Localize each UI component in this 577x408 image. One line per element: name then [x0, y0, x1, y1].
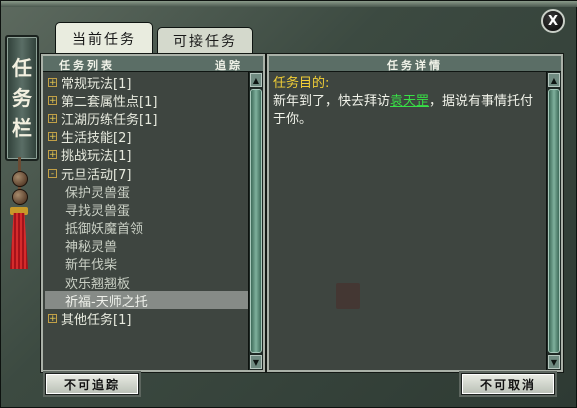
- tassel-bead-icon: [12, 189, 28, 205]
- track-button[interactable]: 不可追踪: [45, 373, 139, 395]
- quest-category[interactable]: + 江湖历练任务[1]: [45, 109, 247, 128]
- cancel-quest-button[interactable]: 不可取消: [461, 373, 555, 395]
- npc-link[interactable]: 袁天罡: [390, 94, 429, 109]
- scroll-down-arrow-icon[interactable]: ▼: [548, 355, 560, 369]
- expand-icon[interactable]: +: [48, 150, 57, 160]
- quest-list-title: 任务列表: [59, 59, 115, 72]
- expand-icon[interactable]: +: [48, 77, 57, 87]
- track-column-label: 追踪: [215, 59, 243, 72]
- quest-label: 第二套属性点[1]: [61, 94, 158, 110]
- seal-stamp-decoration: [336, 283, 360, 309]
- side-title-char: 任: [12, 56, 32, 80]
- expand-icon[interactable]: +: [48, 113, 57, 123]
- quest-log-side-title: 任 务 栏: [5, 35, 39, 161]
- side-title-char: 务: [12, 86, 32, 110]
- quest-list-panel: 任务列表 追踪 + 常规玩法[1] + 第二套属性点[1] + 江湖历练任务[1] + 生活技…: [40, 53, 266, 373]
- quest-detail-title: 任务详情: [387, 59, 443, 72]
- quest-window: 任 务 栏 X 当前任务 可接任务 任务列表 追踪 + 常规玩法[1] + 第二套属性…: [0, 0, 577, 408]
- quest-category[interactable]: + 生活技能[2]: [45, 128, 247, 146]
- quest-list-header: 任务列表 追踪: [43, 56, 263, 72]
- quest-label: 常规玩法[1]: [61, 76, 132, 92]
- quest-label: 江湖历练任务[1]: [61, 112, 158, 128]
- quest-label: 生活技能[2]: [61, 131, 132, 147]
- quest-list: + 常规玩法[1] + 第二套属性点[1] + 江湖历练任务[1] + 生活技能[2] + 挑战玩…: [45, 73, 249, 329]
- expand-icon[interactable]: +: [48, 132, 57, 142]
- quest-category[interactable]: + 常规玩法[1]: [45, 73, 247, 92]
- quest-item[interactable]: 欢乐翘翘板: [45, 273, 247, 292]
- quest-category[interactable]: + 挑战玩法[1]: [45, 146, 247, 164]
- quest-label: 欢乐翘翘板: [65, 276, 131, 292]
- scroll-thumb[interactable]: [548, 89, 560, 353]
- quest-label: 新年伐柴: [65, 258, 118, 274]
- quest-item[interactable]: 保护灵兽蛋: [45, 182, 247, 201]
- quest-item[interactable]: 寻找灵兽蛋: [45, 200, 247, 219]
- objective-label: 任务目的:: [273, 76, 330, 91]
- quest-label: 挑战玩法[1]: [61, 149, 132, 165]
- quest-detail-header: 任务详情: [269, 56, 561, 72]
- objective-text: 新年到了，快去拜访袁天罡，据说有事情托付于你。: [273, 93, 543, 129]
- quest-item[interactable]: 新年伐柴: [45, 255, 247, 273]
- close-button[interactable]: X: [541, 9, 565, 33]
- quest-category[interactable]: + 其他任务[1]: [45, 309, 247, 329]
- close-icon: X: [547, 13, 559, 29]
- quest-label: 其他任务[1]: [61, 313, 132, 329]
- quest-list-scrollbar[interactable]: ▲ ▼: [248, 72, 263, 370]
- quest-item[interactable]: 祈福-天师之托: [45, 291, 249, 310]
- side-title-char: 栏: [12, 116, 32, 140]
- quest-label: 保护灵兽蛋: [65, 185, 131, 201]
- scroll-up-arrow-icon[interactable]: ▲: [548, 73, 560, 87]
- quest-category[interactable]: - 元旦活动[7]: [45, 164, 247, 183]
- quest-detail-content: 任务目的: 新年到了，快去拜访袁天罡，据说有事情托付于你。: [273, 75, 543, 129]
- collapse-icon[interactable]: -: [48, 168, 57, 178]
- quest-label: 寻找灵兽蛋: [65, 203, 131, 219]
- quest-detail-scrollbar[interactable]: ▲ ▼: [546, 72, 561, 370]
- top-border: [1, 1, 577, 7]
- tassel-bead-icon: [12, 171, 28, 187]
- expand-icon[interactable]: +: [48, 95, 57, 105]
- quest-category[interactable]: + 第二套属性点[1]: [45, 91, 247, 110]
- quest-item[interactable]: 神秘灵兽: [45, 237, 247, 255]
- scroll-up-arrow-icon[interactable]: ▲: [250, 73, 262, 87]
- objective-text-before: 新年到了，快去拜访: [273, 94, 391, 109]
- red-tassel-icon: [10, 213, 28, 269]
- scroll-thumb[interactable]: [250, 89, 262, 353]
- quest-item[interactable]: 抵御妖魔首领: [45, 219, 247, 237]
- tab-available-quests[interactable]: 可接任务: [157, 27, 253, 53]
- quest-label: 元旦活动[7]: [61, 167, 132, 183]
- tab-current-quests[interactable]: 当前任务: [55, 22, 153, 55]
- quest-label: 神秘灵兽: [65, 240, 118, 256]
- quest-detail-panel: 任务详情 任务目的: 新年到了，快去拜访袁天罡，据说有事情托付于你。 ▲ ▼: [266, 53, 564, 373]
- expand-icon[interactable]: +: [48, 314, 57, 324]
- scroll-down-arrow-icon[interactable]: ▼: [250, 355, 262, 369]
- quest-label: 抵御妖魔首领: [65, 222, 144, 238]
- quest-label: 祈福-天师之托: [65, 294, 148, 310]
